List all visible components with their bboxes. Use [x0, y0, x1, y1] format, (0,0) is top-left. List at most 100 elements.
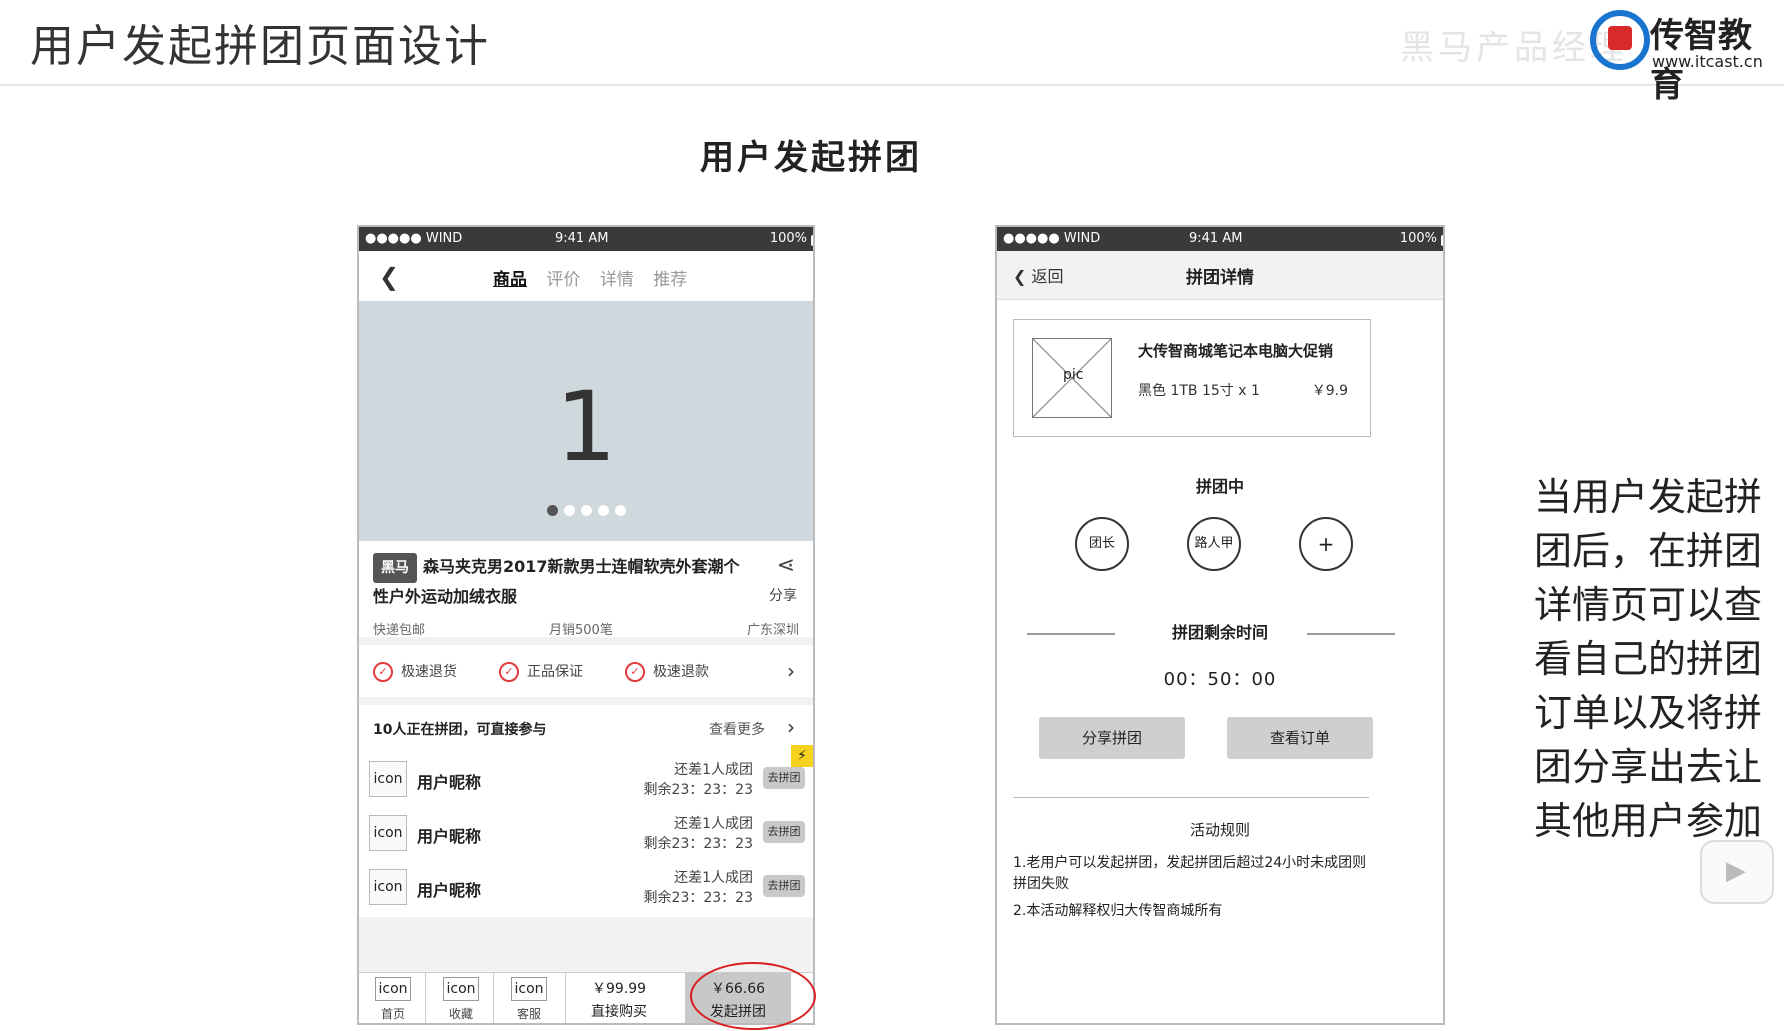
join-group-button[interactable]: 去拼团 [763, 875, 805, 897]
bottom-divider [425, 973, 426, 1023]
member-avatar: 路人甲 [1187, 517, 1241, 571]
need-count: 还差1人成团 [674, 762, 753, 778]
group-status: 拼团中 [1195, 477, 1244, 496]
buy-direct-button[interactable]: ￥99.99 直接购买 [565, 973, 672, 1023]
product-tabs: 商品 评价 详情 推荐 [493, 265, 701, 290]
need-count: 还差1人成团 [674, 870, 753, 886]
phone-product-page: ●●●●● WIND 9:41 AM 100% ❮ 商品 评价 详情 推荐 1 … [357, 225, 815, 1025]
carousel-dot[interactable] [580, 505, 592, 516]
battery-icon [1441, 235, 1443, 246]
product-banner[interactable]: 1 [359, 301, 813, 541]
carousel-dot[interactable] [597, 505, 609, 516]
bottom-divider [493, 973, 494, 1023]
carrier-label: ●●●●● WIND [1003, 231, 1101, 246]
battery-indicator: 100% [1399, 231, 1443, 246]
direct-price: ￥99.99 [591, 981, 647, 997]
status-time: 9:41 AM [555, 231, 609, 246]
countdown-timer: 00：50：00 [1163, 669, 1277, 690]
share-label[interactable]: 分享 [769, 585, 797, 605]
share-group-button[interactable]: 分享拼团 [1039, 717, 1185, 759]
rules-divider [1013, 797, 1369, 798]
carousel-dot[interactable] [614, 505, 626, 516]
guarantee-row[interactable]: ✓ 极速退货 ✓ 正品保证 ✓ 极速退款 › [359, 647, 813, 697]
detail-nav: ❮ 返回 拼团详情 [997, 251, 1443, 300]
battery-label: 100% [1399, 231, 1437, 246]
chevron-right-icon[interactable]: › [787, 659, 795, 683]
header-divider [0, 84, 1784, 86]
favorite-label[interactable]: 收藏 [449, 1005, 473, 1022]
logo-area: 黑马产品经理 传智教育 www.itcast.cn [1400, 6, 1780, 105]
chevron-right-icon[interactable]: › [787, 715, 795, 739]
carousel-dot[interactable] [546, 505, 558, 516]
tab-details[interactable]: 详情 [600, 270, 634, 290]
sales-label: 月销500笔 [549, 623, 613, 638]
play-icon: ▶ [1726, 856, 1746, 886]
favorite-icon[interactable]: icon [443, 977, 479, 1001]
home-icon[interactable]: icon [375, 977, 411, 1001]
add-member-button[interactable]: + [1299, 517, 1353, 571]
nickname: 用户昵称 [417, 773, 482, 792]
phone-group-detail: ●●●●● WIND 9:41 AM 100% ❮ 返回 拼团详情 pic 大传… [995, 225, 1445, 1025]
service-label[interactable]: 客服 [517, 1005, 541, 1022]
video-play-widget[interactable]: ▶ [1700, 840, 1774, 904]
guarantee-label: 正品保证 [527, 664, 583, 680]
product-title: 黑马 森马夹克男2017新款男士连帽软壳外套潮个性户外运动加绒衣服 [373, 553, 743, 611]
service-icon[interactable]: icon [511, 977, 547, 1001]
order-price: ￥9.9 [1311, 383, 1348, 399]
guarantee-label: 极速退款 [653, 664, 709, 680]
order-title: 大传智商城笔记本电脑大促销 [1138, 342, 1334, 360]
join-group-button[interactable]: 去拼团 [763, 821, 805, 843]
need-count: 还差1人成团 [674, 816, 753, 832]
share-icon[interactable]: ⋖ [777, 553, 795, 578]
group-row: icon 用户昵称 还差1人成团 剩余23：23：23 去拼团 [359, 809, 813, 857]
section-title: 用户发起拼团 [700, 138, 922, 178]
nickname: 用户昵称 [417, 881, 482, 900]
leader-avatar: 团长 [1075, 517, 1129, 571]
group-heading: 10人正在拼团，可直接参与 [373, 722, 547, 738]
nav-title: 拼团详情 [1186, 268, 1254, 288]
back-chevron-icon[interactable]: ❮ [379, 263, 399, 291]
time-title: 拼团剩余时间 [1171, 623, 1268, 642]
status-bar: ●●●●● WIND 9:41 AM 100% [359, 227, 813, 251]
check-icon: ✓ [373, 662, 393, 682]
brand-tag: 黑马 [373, 553, 417, 583]
carousel-dots [359, 501, 813, 520]
view-more-link[interactable]: 查看更多 [709, 719, 765, 739]
rule-item: 1.老用户可以发起拼团，发起拼团后超过24小时未成团则拼团失败 [1013, 855, 1367, 892]
avatar: icon [369, 869, 407, 905]
logo-url: www.itcast.cn [1652, 52, 1763, 71]
order-card[interactable]: pic 大传智商城笔记本电脑大促销 黑色 1TB 15寸 x 1 ￥9.9 [1013, 319, 1371, 437]
banner-number: 1 [555, 371, 617, 483]
remaining-time: 剩余23：23：23 [643, 890, 753, 906]
group-row: icon 用户昵称 还差1人成团 剩余23：23：23 去拼团 [359, 863, 813, 911]
tab-recommend[interactable]: 推荐 [653, 270, 687, 290]
check-icon: ✓ [625, 662, 645, 682]
tab-reviews[interactable]: 评价 [546, 270, 580, 290]
tab-product[interactable]: 商品 [493, 270, 527, 290]
group-row: icon 用户昵称 还差1人成团 剩余23：23：23 去拼团 [359, 755, 813, 803]
avatar: icon [369, 815, 407, 851]
order-spec: 黑色 1TB 15寸 x 1 [1138, 383, 1260, 399]
section-gap [359, 637, 813, 645]
highlight-circle [690, 962, 816, 1030]
group-list-header: 10人正在拼团，可直接参与 查看更多 › ⚡ [359, 705, 813, 767]
page-title: 用户发起拼团页面设计 [30, 21, 490, 72]
remaining-time: 剩余23：23：23 [643, 782, 753, 798]
section-gap [359, 697, 813, 705]
home-label[interactable]: 首页 [381, 1005, 405, 1022]
check-icon: ✓ [499, 662, 519, 682]
status-time: 9:41 AM [1189, 231, 1243, 246]
view-order-button[interactable]: 查看订单 [1227, 717, 1373, 759]
product-nav: ❮ 商品 评价 详情 推荐 [359, 251, 813, 302]
join-group-button[interactable]: 去拼团 [763, 767, 805, 789]
location-label: 广东深圳 [746, 623, 799, 638]
avatar: icon [369, 761, 407, 797]
rules-title: 活动规则 [1189, 821, 1250, 839]
battery-icon [811, 235, 813, 246]
carrier-label: ●●●●● WIND [365, 231, 463, 246]
logo-icon [1590, 10, 1650, 70]
divider-line [1307, 633, 1395, 635]
pic-label: pic [1063, 367, 1084, 383]
nickname: 用户昵称 [417, 827, 482, 846]
carousel-dot[interactable] [563, 505, 575, 516]
